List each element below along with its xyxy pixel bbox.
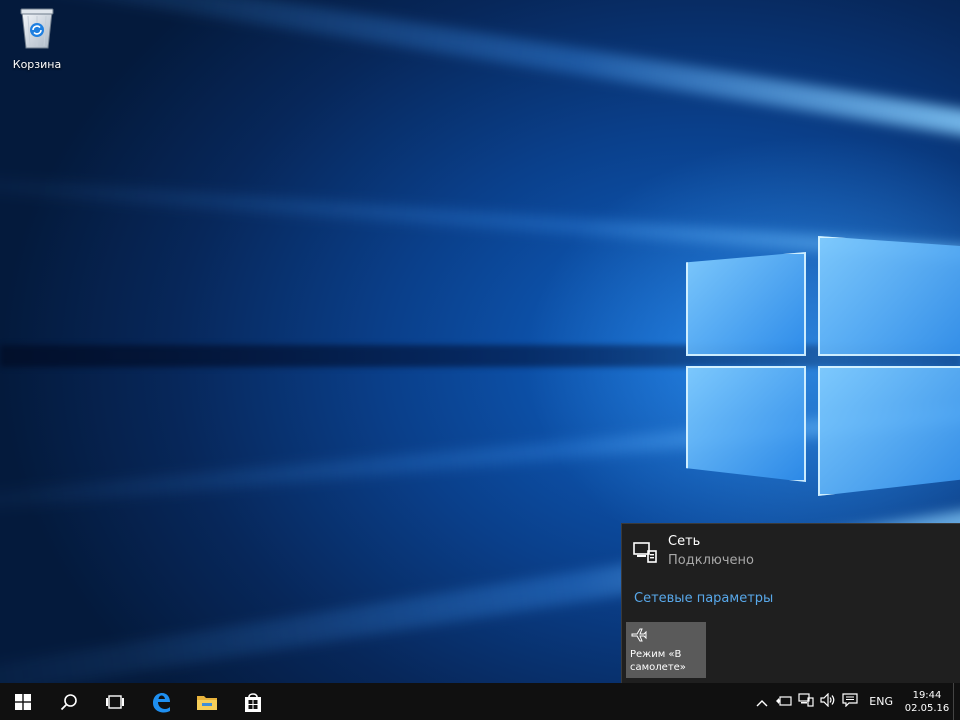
network-status: Подключено bbox=[668, 553, 754, 568]
airplane-mode-tile[interactable]: Режим «В самолете» bbox=[626, 622, 706, 678]
logo-pane bbox=[686, 366, 806, 482]
input-language-indicator[interactable]: ENG bbox=[861, 683, 901, 720]
show-desktop-button[interactable] bbox=[953, 683, 960, 720]
clock-time: 19:44 bbox=[912, 689, 942, 701]
taskbar: ENG 19:44 02.05.16 bbox=[0, 683, 960, 720]
battery-icon bbox=[776, 692, 792, 711]
system-tray: ENG 19:44 02.05.16 bbox=[751, 683, 960, 720]
recycle-bin-icon bbox=[16, 6, 58, 54]
desktop-icon-recycle-bin[interactable]: Корзина bbox=[6, 6, 68, 71]
folder-icon bbox=[196, 693, 218, 711]
search-icon bbox=[60, 693, 78, 711]
wallpaper-windows-logo bbox=[684, 236, 960, 496]
file-explorer-button[interactable] bbox=[184, 683, 230, 720]
start-button[interactable] bbox=[0, 683, 46, 720]
logo-pane bbox=[818, 366, 960, 496]
windows-logo-icon bbox=[15, 693, 31, 710]
volume-icon bbox=[820, 692, 836, 711]
network-settings-link[interactable]: Сетевые параметры bbox=[634, 590, 773, 608]
edge-button[interactable] bbox=[138, 683, 184, 720]
edge-browser-icon bbox=[150, 691, 172, 713]
logo-pane bbox=[818, 236, 960, 356]
network-icon bbox=[798, 692, 814, 711]
logo-pane bbox=[686, 252, 806, 356]
search-button[interactable] bbox=[46, 683, 92, 720]
network-tray-button[interactable] bbox=[795, 683, 817, 720]
light-beam bbox=[0, 0, 960, 146]
store-bag-icon bbox=[243, 691, 263, 713]
ethernet-icon bbox=[633, 542, 657, 564]
notification-icon bbox=[842, 692, 858, 711]
action-center-button[interactable] bbox=[839, 683, 861, 720]
task-view-icon bbox=[105, 694, 125, 710]
network-text: Сеть Подключено bbox=[668, 533, 754, 571]
battery-button[interactable] bbox=[773, 683, 795, 720]
store-button[interactable] bbox=[230, 683, 276, 720]
task-view-button[interactable] bbox=[92, 683, 138, 720]
desktop: Корзина Сеть Подключено Сетевые параметр… bbox=[0, 0, 960, 720]
desktop-icon-label: Корзина bbox=[12, 58, 62, 71]
network-connection-item[interactable]: Сеть Подключено bbox=[622, 524, 960, 580]
airplane-icon bbox=[631, 627, 647, 642]
chevron-up-icon bbox=[756, 692, 768, 711]
show-hidden-icons-button[interactable] bbox=[751, 683, 773, 720]
airplane-mode-label: Режим «В самолете» bbox=[630, 649, 686, 673]
clock[interactable]: 19:44 02.05.16 bbox=[901, 683, 953, 720]
volume-button[interactable] bbox=[817, 683, 839, 720]
network-flyout: Сеть Подключено Сетевые параметры Режим … bbox=[621, 523, 960, 683]
network-name: Сеть bbox=[668, 534, 701, 549]
clock-date: 02.05.16 bbox=[904, 702, 950, 714]
